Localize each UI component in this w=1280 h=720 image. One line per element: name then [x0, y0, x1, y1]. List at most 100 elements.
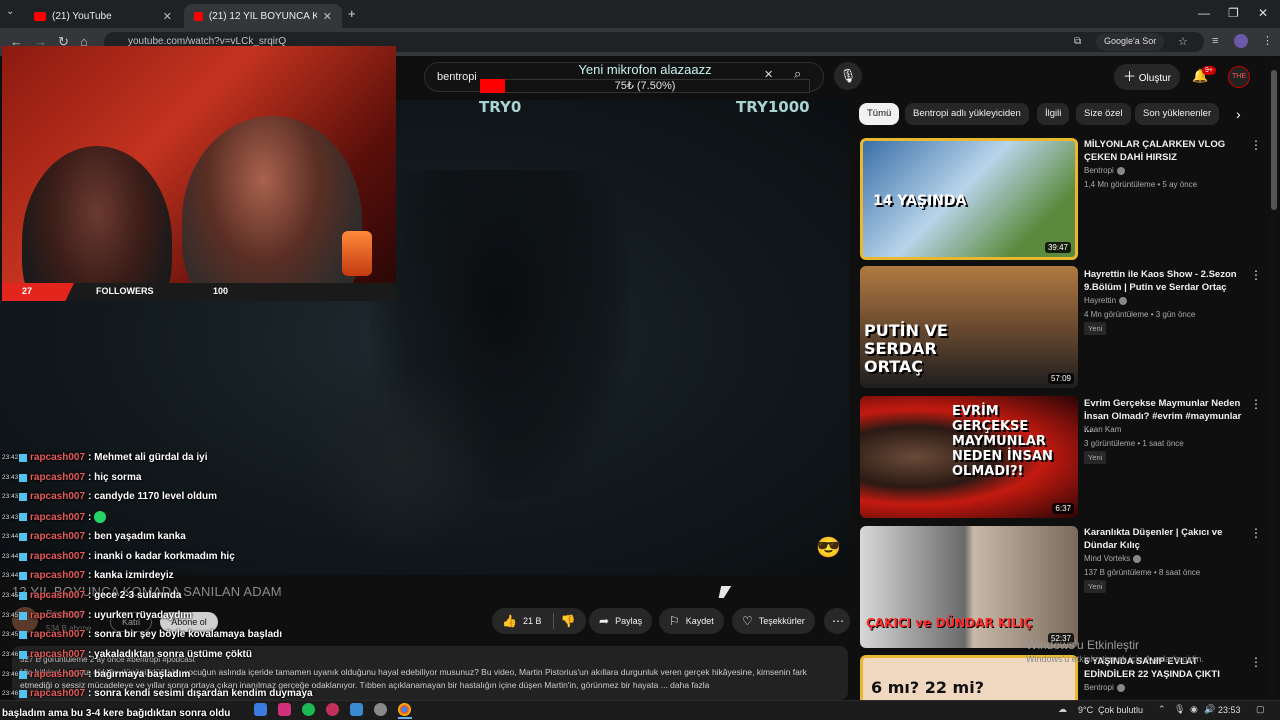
chip-related[interactable]: İlgili — [1037, 103, 1070, 125]
followers-goal: 100 — [213, 286, 229, 296]
kick-badge-icon — [19, 552, 27, 561]
steam-icon[interactable] — [374, 703, 387, 716]
like-divider — [553, 613, 555, 629]
recommendation-thumbnail[interactable]: ÇAKICI ve DÜNDAR KILIÇ 52:37 — [860, 526, 1078, 648]
chat-username: rapcash007 — [30, 491, 86, 502]
chat-timestamp: 23:45 — [2, 631, 19, 638]
thumbnail-caption: 14 YAŞINDA — [873, 193, 967, 209]
clock[interactable]: 23:53 — [1218, 705, 1241, 715]
notification-center-icon[interactable]: ▢ — [1256, 704, 1265, 715]
tab-youtube-home[interactable]: (21) YouTube ✕ — [24, 4, 182, 28]
chat-message: 23:43 rapcash007: — [2, 511, 107, 523]
instagram-icon[interactable] — [278, 703, 291, 716]
chat-text: : hiç sorma — [88, 472, 142, 483]
tab-search-icon[interactable]: ⌄ — [6, 6, 14, 17]
share-button[interactable]: ➦ Paylaş — [589, 608, 653, 634]
kick-badge-icon — [19, 630, 27, 639]
more-options-icon[interactable]: ⋮ — [1250, 526, 1262, 540]
minimize-icon[interactable]: — — [1198, 6, 1210, 20]
close-tab-icon[interactable]: ✕ — [323, 10, 332, 23]
dislike-icon[interactable]: 👎 — [560, 614, 575, 628]
tab-current-video[interactable]: (21) 12 YIL BOYUNCA KOMADA ✕ — [184, 4, 342, 28]
recommendation-channel[interactable]: Kaan Kam — [1084, 425, 1121, 434]
google-ask-button[interactable]: Google'a Sor — [1096, 33, 1165, 51]
chat-text: : gece 2-3 sularında — [88, 590, 182, 601]
recommendation-title[interactable]: MİLYONLAR ÇALARKEN VLOG ÇEKEN DAHİ HIRSI… — [1084, 138, 1244, 164]
chat-username: rapcash007 — [30, 688, 86, 699]
recommendation-thumbnail[interactable]: EVRİM GERÇEKSE MAYMUNLAR NEDEN İNSAN OLM… — [860, 396, 1078, 518]
restore-icon[interactable]: ❐ — [1228, 6, 1239, 20]
tab-list-icon[interactable]: ≡ — [1212, 35, 1218, 47]
goal-min-label: TRY0 — [479, 98, 522, 116]
cast-icon[interactable]: ⧉ — [1074, 36, 1081, 47]
kick-badge-icon — [19, 513, 27, 521]
recommendation-channel[interactable]: Hayrettin — [1084, 296, 1128, 305]
save-button[interactable]: ⚐ Kaydet — [659, 608, 724, 634]
chat-message: 23:42 rapcash007: Mehmet ali gürdal da iy… — [2, 452, 208, 463]
bookmark-star-icon[interactable]: ☆ — [1178, 35, 1188, 48]
like-count[interactable]: 21 B — [523, 616, 542, 626]
kick-badge-icon — [19, 670, 27, 679]
more-actions-button[interactable]: ⋯ — [824, 608, 850, 634]
chip-all[interactable]: Tümü — [859, 103, 900, 125]
volume-icon[interactable]: 🔊 — [1204, 704, 1215, 715]
chat-message: 23:46 rapcash007: sonra kendi sesimi dışa… — [2, 688, 313, 699]
new-badge: Yeni — [1084, 580, 1107, 593]
weather-temp[interactable]: 9°C — [1078, 705, 1093, 715]
goal-progress-text: 75₺ (7.50%) — [614, 80, 676, 92]
more-options-icon[interactable]: ⋮ — [1250, 268, 1262, 282]
like-icon[interactable]: 👍 — [502, 614, 517, 628]
opera-icon[interactable] — [326, 703, 339, 716]
thumbnail-caption: PUTİN VE SERDAR ORTAÇ — [864, 321, 948, 376]
followers-label: FOLLOWERS — [96, 286, 154, 296]
kick-badge-icon — [19, 571, 27, 580]
chrome-icon[interactable] — [398, 703, 411, 716]
recommendation-thumbnail[interactable]: PUTİN VE SERDAR ORTAÇ 57:09 — [860, 266, 1078, 388]
taskbar-app-icon[interactable] — [254, 703, 267, 716]
chevron-right-icon[interactable]: › — [1236, 106, 1241, 122]
network-icon[interactable]: ◉ — [1190, 704, 1198, 715]
chip-for-you[interactable]: Size özel — [1076, 103, 1131, 125]
recommendation-channel[interactable]: Mind Vorteks — [1084, 554, 1142, 563]
thumbnail-caption: 6 mı? 22 mi? — [871, 678, 984, 697]
chat-username: rapcash007 — [30, 570, 86, 581]
followers-current: 27 — [22, 286, 33, 296]
recommendation-channel[interactable]: Bentropi — [1084, 683, 1125, 692]
tray-chevron-icon[interactable]: ⌃ — [1158, 704, 1166, 715]
webcam-overlay — [2, 46, 396, 283]
recommendation-title[interactable]: Karanlıkta Düşenler | Çakıcı ve Dündar K… — [1084, 526, 1244, 552]
more-options-icon[interactable]: ⋮ — [1250, 138, 1262, 152]
chip-recent[interactable]: Son yüklenenler — [1135, 103, 1220, 125]
more-options-icon[interactable]: ⋮ — [1250, 397, 1262, 411]
scrollbar-thumb[interactable] — [1271, 70, 1277, 210]
chat-message: 23:43 rapcash007: hiç sorma — [2, 472, 141, 483]
close-window-icon[interactable]: ✕ — [1258, 6, 1268, 20]
kick-badge-icon — [19, 611, 27, 620]
chat-timestamp: 23:44 — [2, 572, 19, 579]
youtube-favicon-icon — [34, 11, 46, 21]
kick-badge-icon — [19, 532, 27, 541]
desktop-icon[interactable] — [350, 703, 363, 716]
youtube-favicon-icon — [194, 11, 203, 21]
create-button[interactable]: ＋ Oluştur — [1114, 64, 1180, 90]
notification-count-badge: 9+ — [1202, 66, 1216, 75]
new-tab-icon[interactable]: + — [348, 6, 356, 21]
video-duration: 57:09 — [1047, 373, 1074, 384]
chip-from-uploader[interactable]: Bentropi adlı yükleyiciden — [905, 103, 1029, 125]
voice-search-icon[interactable]: 🎙 — [834, 62, 862, 90]
recommendation-title[interactable]: Hayrettin ile Kaos Show - 2.Sezon 9.Bölü… — [1084, 268, 1244, 294]
thanks-button[interactable]: ♡ Teşekkürler — [732, 608, 815, 634]
recommendation-channel[interactable]: Bentropi — [1084, 166, 1125, 175]
close-tab-icon[interactable]: ✕ — [163, 10, 172, 23]
spotify-icon[interactable] — [302, 703, 315, 716]
chat-username: rapcash007 — [30, 610, 86, 621]
thanks-icon: ♡ — [742, 614, 753, 628]
browser-menu-icon[interactable]: ⋮ — [1262, 34, 1273, 47]
weather-desc[interactable]: Çok bulutlu — [1098, 705, 1143, 715]
recommendation-thumbnail[interactable]: 14 YAŞINDA 39:47 — [860, 138, 1078, 260]
microphone-icon[interactable]: 🎙 — [1174, 704, 1185, 715]
more-options-icon[interactable]: ⋮ — [1250, 655, 1262, 669]
account-avatar[interactable]: THE — [1228, 66, 1250, 88]
chat-timestamp: 23:43 — [2, 513, 19, 521]
profile-avatar[interactable] — [1234, 34, 1248, 48]
